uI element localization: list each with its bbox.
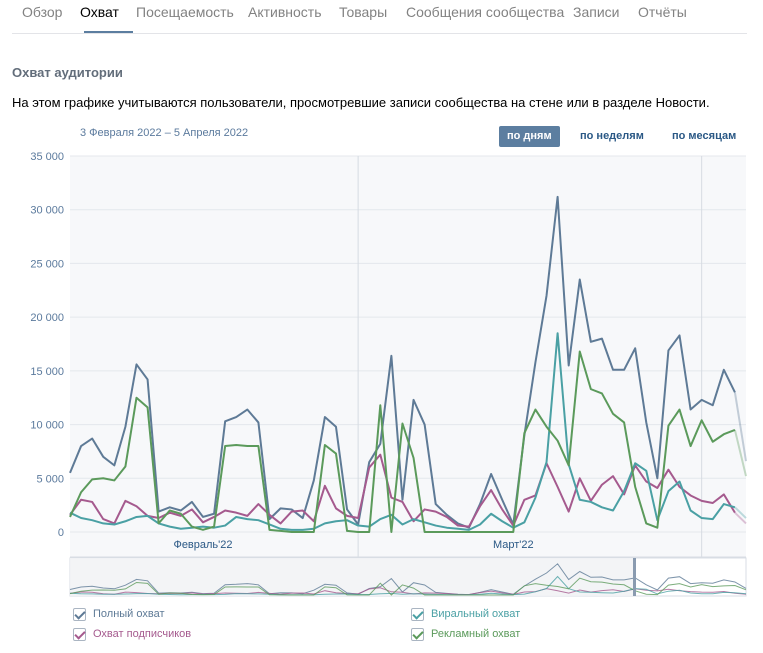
y-tick-label: 25 000 <box>30 258 64 270</box>
legend-label: Виральный охват <box>431 608 521 620</box>
navigator-handle[interactable] <box>633 558 636 596</box>
checkbox-icon[interactable] <box>411 608 424 621</box>
checkbox-icon[interactable] <box>411 628 424 641</box>
y-tick-label: 0 <box>58 527 64 539</box>
y-axis: 0 5 000 10 000 15 000 20 000 25 000 30 000 35 0… <box>30 151 64 539</box>
legend-label: Охват подписчиков <box>93 628 192 640</box>
y-tick-label: 30 000 <box>30 205 64 217</box>
x-tick-label: Март'22 <box>493 539 534 551</box>
y-tick-label: 20 000 <box>30 312 64 324</box>
checkbox-icon[interactable] <box>73 608 86 621</box>
y-tick-label: 10 000 <box>30 420 64 432</box>
y-tick-label: 15 000 <box>30 366 64 378</box>
y-tick-label: 35 000 <box>30 151 64 163</box>
x-tick-label: Февраль'22 <box>173 539 232 551</box>
legend-label: Полный охват <box>93 608 165 620</box>
y-tick-label: 5 000 <box>36 473 64 485</box>
plot-background <box>70 156 746 557</box>
checkbox-icon[interactable] <box>73 628 86 641</box>
reach-chart: 0 5 000 10 000 15 000 20 000 25 000 30 000 35 0… <box>30 151 747 597</box>
legend-label: Рекламный охват <box>431 628 521 640</box>
